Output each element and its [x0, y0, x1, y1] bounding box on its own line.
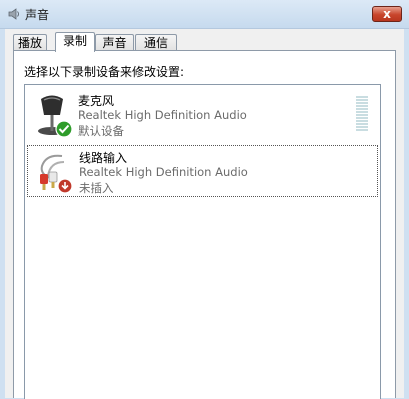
window-title: 声音	[25, 8, 50, 22]
device-item-line-in[interactable]: 线路输入 Realtek High Definition Audio 未插入	[27, 145, 378, 197]
line-in-cable-icon	[40, 154, 73, 194]
device-name: 线路输入	[79, 151, 128, 165]
device-driver: Realtek High Definition Audio	[79, 165, 248, 179]
speaker-icon	[8, 8, 19, 20]
microphone-icon	[38, 95, 73, 138]
dialog-body: 播放 录制 声音 通信 选择以下录制设备来修改设置: 麦克风 Realtek H…	[5, 29, 404, 399]
tab-sounds[interactable]: 声音	[95, 34, 134, 51]
tab-playback[interactable]: 播放	[13, 34, 47, 51]
level-meter	[356, 96, 368, 133]
device-driver: Realtek High Definition Audio	[78, 108, 247, 122]
unplugged-arrow-icon	[57, 178, 73, 194]
device-name: 麦克风	[78, 94, 115, 108]
tab-communications[interactable]: 通信	[135, 34, 177, 51]
device-status: 默认设备	[78, 124, 124, 138]
device-status: 未插入	[79, 181, 114, 195]
title-bar[interactable]: 声音 x	[0, 0, 409, 29]
instruction-label: 选择以下录制设备来修改设置:	[24, 65, 185, 79]
close-button[interactable]: x	[372, 6, 402, 22]
device-item-microphone[interactable]: 麦克风 Realtek High Definition Audio 默认设备	[27, 89, 378, 141]
recording-tab-panel: 选择以下录制设备来修改设置: 麦克风 Realtek High Definiti…	[13, 50, 396, 399]
default-device-check-icon	[55, 120, 73, 138]
recording-device-list[interactable]: 麦克风 Realtek High Definition Audio 默认设备 线…	[24, 84, 381, 399]
tab-recording[interactable]: 录制	[55, 32, 95, 52]
